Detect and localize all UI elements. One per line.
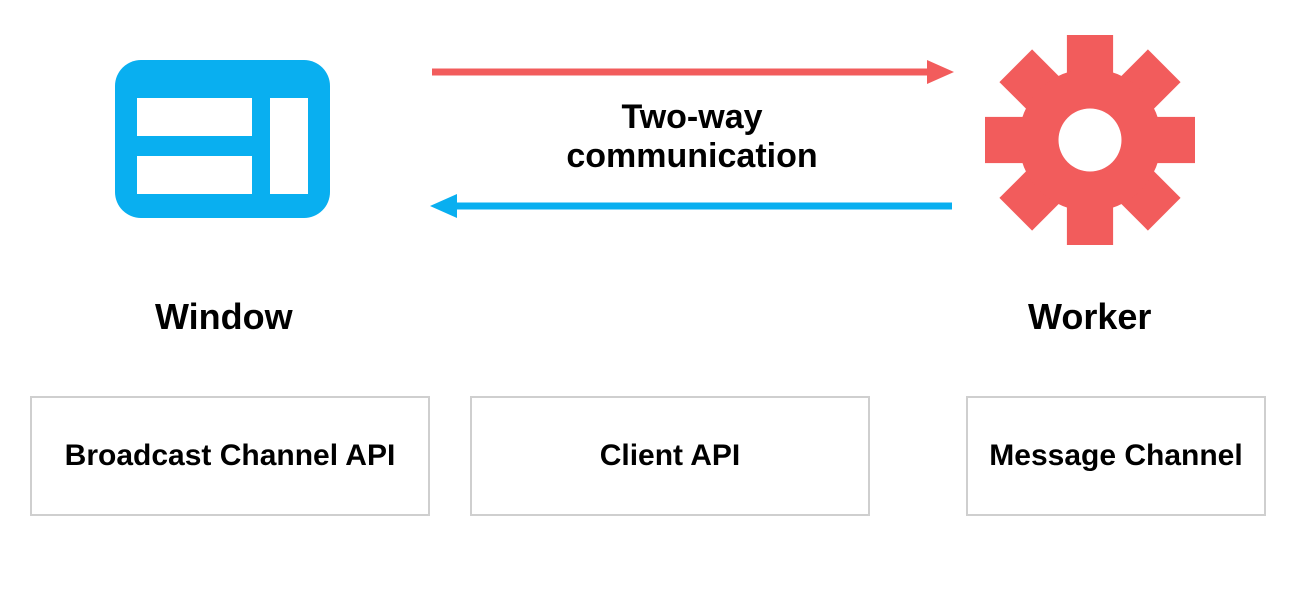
arrowhead-right-icon (927, 60, 954, 84)
window-label: Window (155, 296, 293, 338)
caption-line: communication (422, 137, 962, 176)
arrow-caption: Two-way communication (422, 98, 962, 176)
api-box-client-api: Client API (470, 396, 870, 516)
api-box-broadcast-channel: Broadcast Channel API (30, 396, 430, 516)
window-pane (270, 98, 308, 194)
diagram-canvas: Two-way communication Window Worker Broa… (0, 0, 1304, 594)
window-pane (137, 156, 252, 194)
arrowhead-left-icon (430, 194, 457, 218)
caption-line: Two-way (422, 98, 962, 137)
api-box-row: Broadcast Channel API Client API Message… (0, 396, 1304, 536)
window-icon (115, 60, 330, 218)
worker-label: Worker (1028, 296, 1151, 338)
window-pane (137, 98, 252, 136)
gear-icon (985, 35, 1195, 245)
api-box-message-channel: Message Channel (966, 396, 1266, 516)
